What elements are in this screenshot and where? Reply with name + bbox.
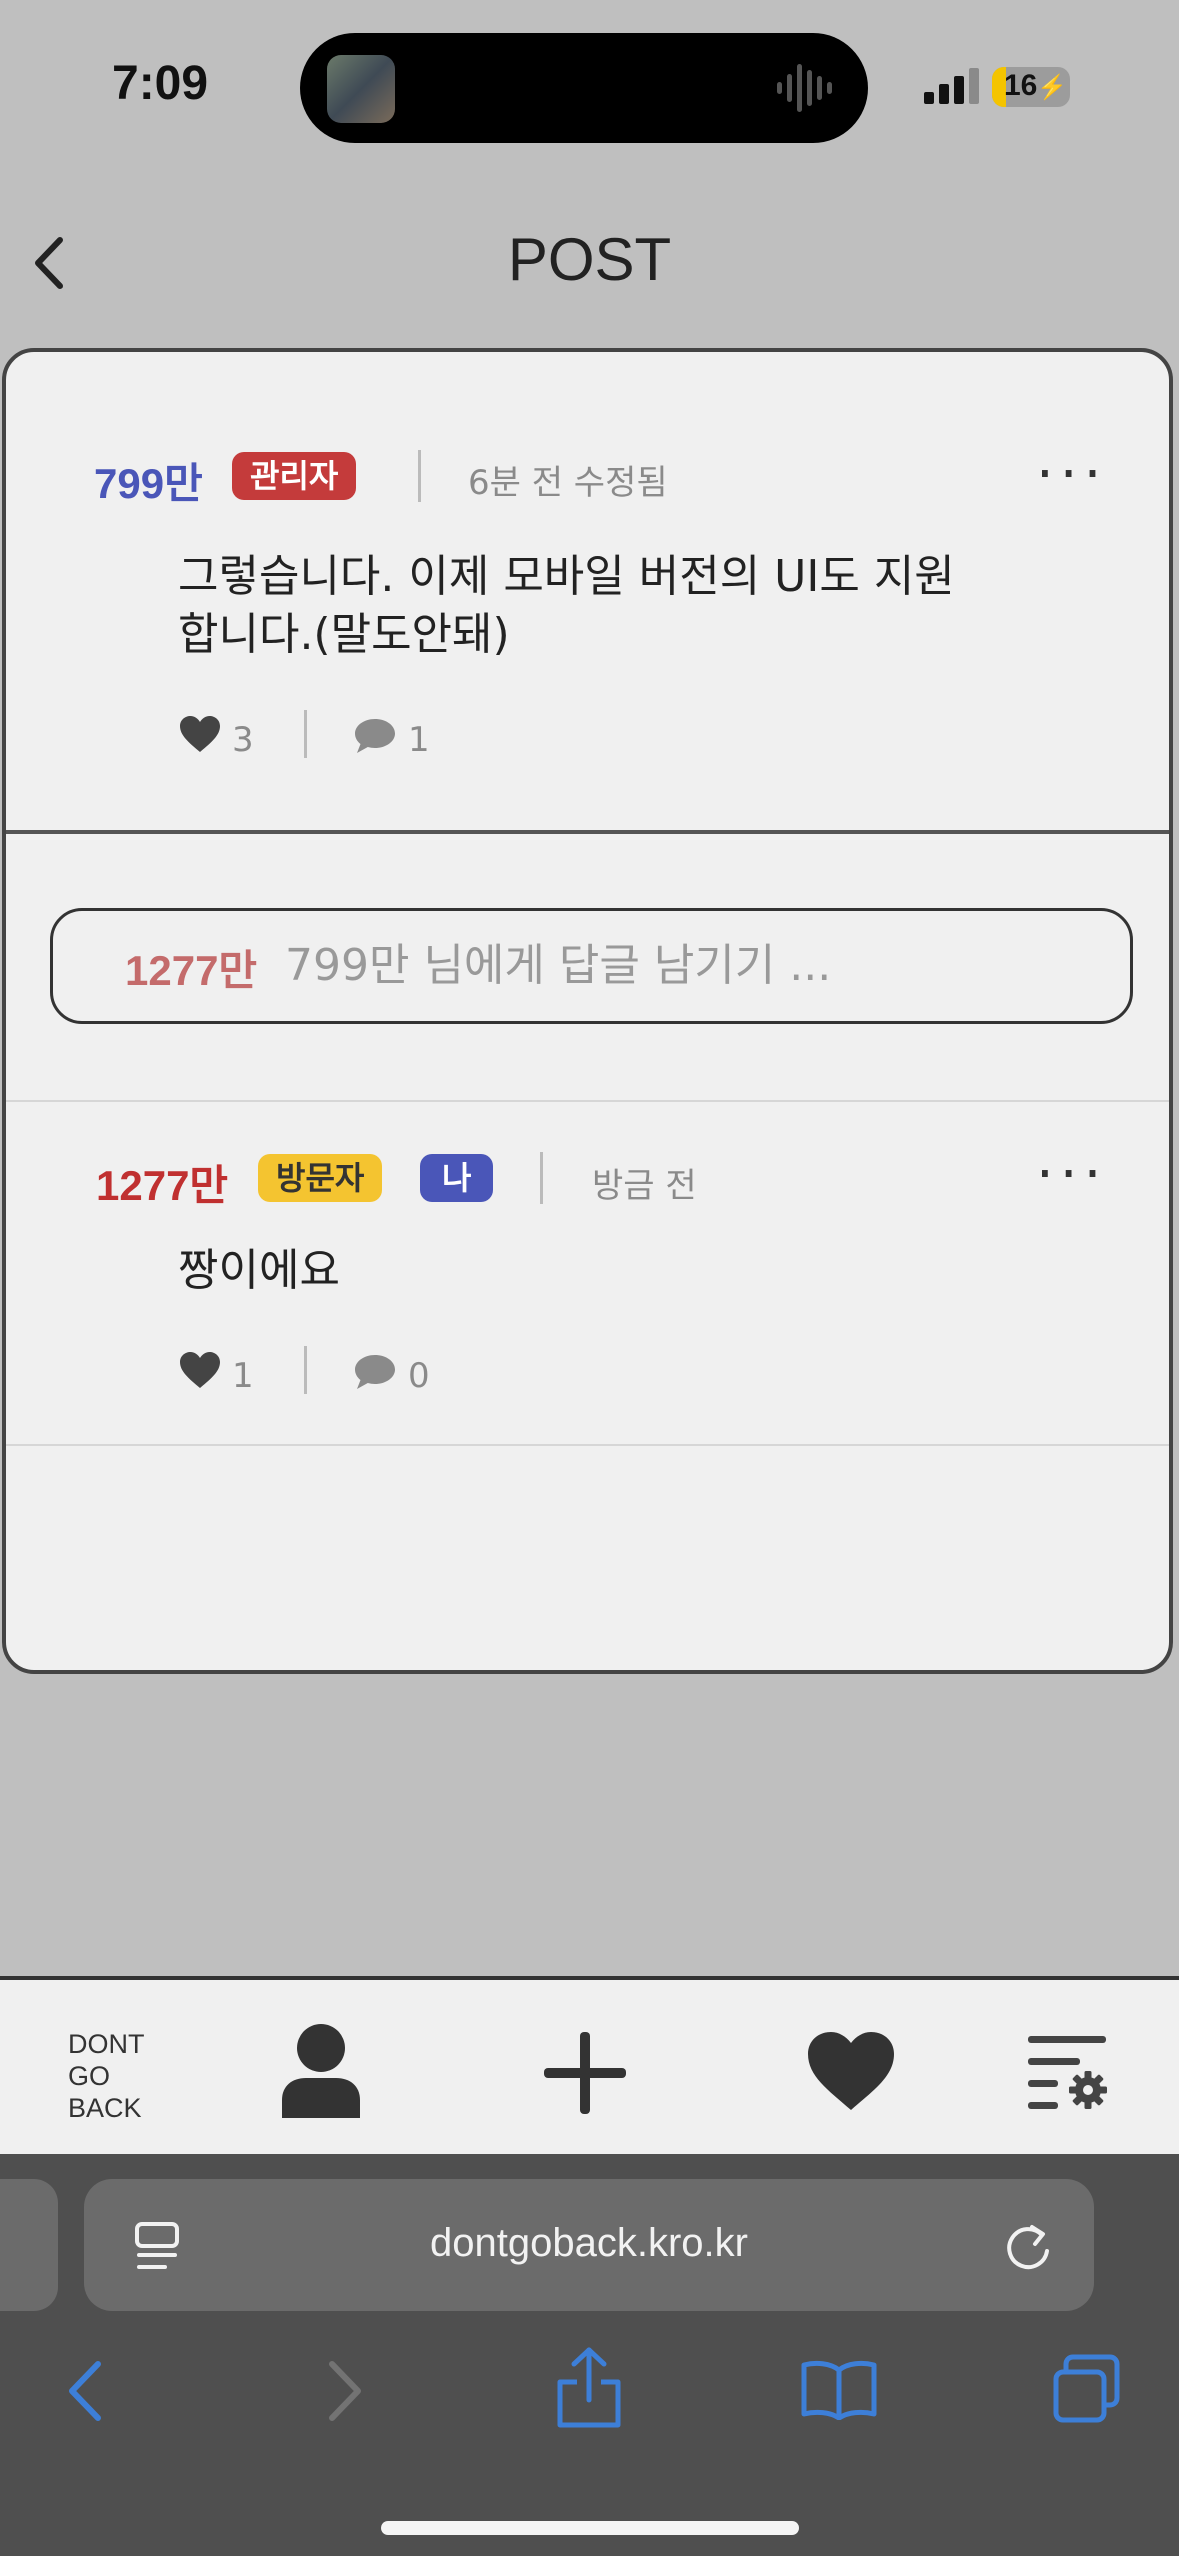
tabs-icon[interactable] [1052,2354,1124,2424]
dontgoback-logo[interactable]: DONT GO BACK [68,2028,145,2124]
post-more-button[interactable]: ··· [1036,447,1107,503]
admin-badge: 관리자 [232,452,357,500]
like-heart-icon[interactable] [178,1350,222,1390]
profile-icon[interactable] [276,2022,366,2118]
post-content-line: 합니다.(말도안돼) [178,609,510,660]
logo-line: BACK [68,2093,142,2123]
logo-line: DONT [68,2029,145,2059]
post-timestamp: 6분 전 수정됨 [468,463,668,503]
address-bar[interactable]: dontgoback.kro.kr [84,2179,1094,2311]
stat-divider [304,710,307,758]
browser-back-icon[interactable] [62,2356,112,2426]
comment-content: 짱이에요 [178,1245,340,1296]
like-heart-icon[interactable] [178,714,222,754]
app-bottom-nav: DONT GO BACK [0,1976,1179,2154]
comment-bubble-icon[interactable] [352,1352,398,1392]
url-text: dontgoback.kro.kr [430,2221,748,2265]
visitor-badge: 방문자 [258,1154,383,1202]
reply-user-name: 1277만 [125,947,258,994]
meta-divider [540,1152,543,1204]
meta-divider [418,450,421,502]
heart-icon[interactable] [806,2030,896,2112]
status-time: 7:09 [112,57,209,110]
settings-menu-icon[interactable] [1024,2032,1114,2112]
comment-more-button[interactable]: ··· [1036,1147,1107,1203]
cellular-signal-icon [924,68,979,104]
plus-icon[interactable] [540,2028,630,2118]
reload-icon[interactable] [1002,2219,1054,2275]
comment-reply-count: 0 [408,1356,430,1396]
share-icon[interactable] [556,2346,622,2428]
battery-icon: 16⚡ [992,67,1070,107]
home-indicator [381,2521,799,2535]
comment-author[interactable]: 1277만 [96,1152,228,1213]
comment-bubble-icon[interactable] [352,716,398,756]
comment-timestamp: 방금 전 [592,1166,697,1206]
post-card: 799만 관리자 6분 전 수정됨 ··· 그렇습니다. 이제 모바일 버전의 … [2,348,1173,1674]
post-divider [6,830,1169,834]
audio-wave-icon [777,64,832,112]
page-title: POST [507,226,672,293]
me-badge: 나 [420,1154,494,1202]
browser-toolbar: dontgoback.kro.kr [0,2154,1179,2556]
post-like-count: 3 [232,720,254,760]
comments-top-divider [6,1100,1169,1102]
now-playing-thumbnail [327,55,395,123]
reply-form: 1277만 [50,908,1133,1024]
browser-forward-icon[interactable] [318,2356,368,2426]
comment-like-count: 1 [232,1356,254,1396]
previous-tab-peek[interactable] [0,2179,58,2311]
bookmarks-icon[interactable] [800,2358,878,2420]
reply-input[interactable] [285,925,1085,1005]
post-comment-count: 1 [408,720,430,760]
post-content-line: 그렇습니다. 이제 모바일 버전의 UI도 지원 [178,551,955,602]
post-content: 그렇습니다. 이제 모바일 버전의 UI도 지원 합니다.(말도안돼) [178,548,955,664]
logo-line: GO [68,2061,111,2091]
comment-divider [6,1444,1169,1446]
post-author[interactable]: 799만 [94,450,203,511]
battery-percent: 16⚡ [1004,69,1068,102]
stat-divider [304,1346,307,1394]
